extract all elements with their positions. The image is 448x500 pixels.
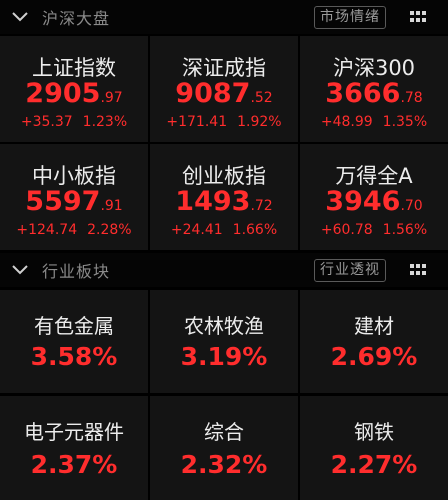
index-change-points: +124.74 <box>16 222 78 238</box>
sector-card[interactable]: 有色金属 3.58% <box>0 290 148 393</box>
grid-menu-icon[interactable] <box>410 264 426 276</box>
index-value: 1493.72 <box>150 186 298 217</box>
index-change-points: +60.78 <box>320 222 373 238</box>
index-value: 3666.78 <box>300 78 448 109</box>
index-change-percent: 1.66% <box>232 222 278 238</box>
index-card[interactable]: 万得全A 3946.70 +60.78 1.56% <box>300 144 448 250</box>
index-value: 5597.91 <box>0 186 148 217</box>
index-value-decimal: .70 <box>400 198 423 214</box>
index-card[interactable]: 中小板指 5597.91 +124.74 2.28% <box>0 144 148 250</box>
index-change-points: +35.37 <box>20 114 73 130</box>
index-value-decimal: .72 <box>250 198 273 214</box>
sector-card[interactable]: 综合 2.32% <box>150 396 298 500</box>
index-value-integer: 2905 <box>25 78 101 109</box>
sector-name: 电子元器件 <box>24 420 124 444</box>
sector-change-percent: 2.37% <box>30 450 118 479</box>
sector-change-percent: 3.19% <box>180 342 268 371</box>
index-change-percent: 2.28% <box>87 222 132 238</box>
index-change: +171.41 1.92% <box>150 114 298 130</box>
index-card[interactable]: 沪深300 3666.78 +48.99 1.35% <box>300 36 448 142</box>
sector-change-percent: 2.69% <box>330 342 418 371</box>
sector-card[interactable]: 电子元器件 2.37% <box>0 396 148 500</box>
index-card[interactable]: 上证指数 2905.97 +35.37 1.23% <box>0 36 148 142</box>
index-change: +124.74 2.28% <box>0 222 148 238</box>
index-change: +24.41 1.66% <box>150 222 298 238</box>
grid-menu-icon[interactable] <box>410 11 426 23</box>
industry-section-header[interactable]: 行业板块 行业透视 <box>0 253 448 287</box>
sector-name: 钢铁 <box>354 420 394 444</box>
index-change-points: +171.41 <box>166 114 228 130</box>
sector-card[interactable]: 农林牧渔 3.19% <box>150 290 298 393</box>
index-change-percent: 1.23% <box>82 114 128 130</box>
index-change-points: +48.99 <box>320 114 373 130</box>
index-value-decimal: .52 <box>250 90 273 106</box>
sector-card[interactable]: 钢铁 2.27% <box>300 396 448 500</box>
index-value-decimal: .78 <box>400 90 423 106</box>
index-card[interactable]: 创业板指 1493.72 +24.41 1.66% <box>150 144 298 250</box>
sector-card[interactable]: 建材 2.69% <box>300 290 448 393</box>
sector-name: 有色金属 <box>34 314 114 338</box>
industry-insight-button[interactable]: 行业透视 <box>314 258 386 282</box>
index-change-percent: 1.92% <box>237 114 282 130</box>
index-value: 2905.97 <box>0 78 148 109</box>
sector-change-percent: 2.27% <box>330 450 418 479</box>
index-value-decimal: .91 <box>100 198 123 214</box>
market-sentiment-button[interactable]: 市场情绪 <box>314 5 386 29</box>
index-value-integer: 1493 <box>175 186 251 217</box>
index-value-integer: 3666 <box>325 78 401 109</box>
sector-change-percent: 2.32% <box>180 450 268 479</box>
index-value-decimal: .97 <box>100 90 123 106</box>
chevron-down-icon[interactable] <box>11 10 29 24</box>
index-change-percent: 1.35% <box>382 114 428 130</box>
index-card[interactable]: 深证成指 9087.52 +171.41 1.92% <box>150 36 298 142</box>
index-value: 3946.70 <box>300 186 448 217</box>
index-change-percent: 1.56% <box>382 222 428 238</box>
sector-name: 建材 <box>354 314 394 338</box>
index-change-points: +24.41 <box>170 222 223 238</box>
sector-change-percent: 3.58% <box>30 342 118 371</box>
index-change: +35.37 1.23% <box>0 114 148 130</box>
sector-name: 农林牧渔 <box>184 314 264 338</box>
index-change: +60.78 1.56% <box>300 222 448 238</box>
index-change: +48.99 1.35% <box>300 114 448 130</box>
industry-section-title: 行业板块 <box>42 262 111 281</box>
index-value-integer: 5597 <box>25 186 101 217</box>
market-section-title: 沪深大盘 <box>42 9 111 28</box>
chevron-down-icon[interactable] <box>11 263 29 277</box>
index-value-integer: 9087 <box>175 78 251 109</box>
sector-name: 综合 <box>204 420 244 444</box>
market-section-header[interactable]: 沪深大盘 市场情绪 <box>0 0 448 34</box>
index-value-integer: 3946 <box>325 186 401 217</box>
index-value: 9087.52 <box>150 78 298 109</box>
